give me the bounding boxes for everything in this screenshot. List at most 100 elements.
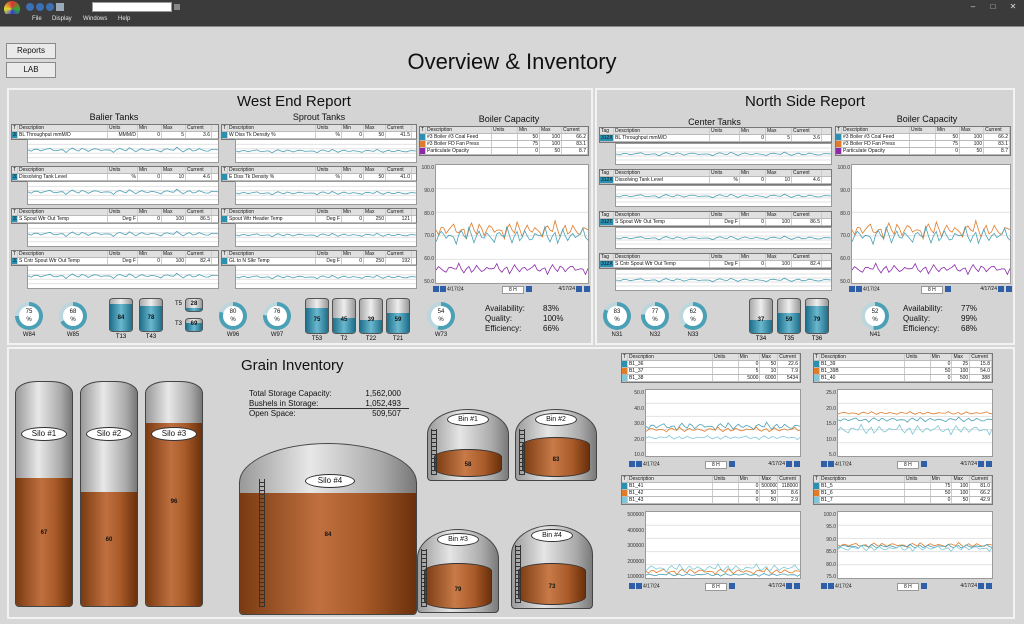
- table-row[interactable]: 312X S Cntr Spout Wtr Out Temp Deg F 0 100 82…: [600, 261, 831, 268]
- table-row[interactable]: Particulate Opacity 0 50 8.7: [420, 148, 588, 155]
- table-row[interactable]: B1_38 5000 6000 5434: [622, 375, 800, 382]
- center-trend[interactable]: [615, 143, 833, 165]
- back-icon[interactable]: [636, 461, 642, 467]
- table-row[interactable]: #3 Boiler FD Fan Press 75 100 83.1: [420, 141, 588, 148]
- center-trend[interactable]: [615, 269, 833, 291]
- dropdown-icon[interactable]: [174, 4, 180, 10]
- fast-forward-icon[interactable]: [794, 461, 800, 467]
- table-row[interactable]: B1_6 50 100 66.2: [814, 490, 992, 497]
- time-range[interactable]: 8 H: [897, 461, 919, 469]
- balier-trend[interactable]: [27, 265, 220, 289]
- table-row[interactable]: W Diss Tk Density %% 0 50 41.5: [222, 132, 416, 139]
- table-row[interactable]: Spout Wtr Header Temp Deg F 0 250 121: [222, 216, 416, 223]
- minimize-icon[interactable]: –: [968, 2, 978, 12]
- rewind-icon[interactable]: [849, 286, 855, 292]
- time-range[interactable]: 8 H: [502, 286, 524, 294]
- menu-help[interactable]: Help: [118, 16, 130, 22]
- balier-trend[interactable]: [27, 139, 220, 163]
- rewind-icon[interactable]: [629, 583, 635, 589]
- balier-trend[interactable]: [27, 181, 220, 205]
- table-row[interactable]: B1_39 0 25 15.8: [814, 361, 992, 368]
- table-row[interactable]: 31Dissolving Tank Level%0104.6: [12, 174, 218, 181]
- sprout-trend[interactable]: [235, 139, 418, 163]
- range-dropdown-icon[interactable]: [945, 286, 951, 292]
- rewind-icon[interactable]: [821, 583, 827, 589]
- fast-forward-icon[interactable]: [584, 286, 590, 292]
- table-row[interactable]: B1_36 0 50 22.6: [622, 361, 800, 368]
- table-row[interactable]: #3 Boiler #3 Coal Feed 50 100 66.2: [836, 134, 1010, 141]
- menu-display[interactable]: Display: [52, 16, 72, 22]
- forward-icon[interactable]: [978, 583, 984, 589]
- table-row[interactable]: E Diss Tk Density %% 0 50 41.0: [222, 174, 416, 181]
- forward-icon[interactable]: [998, 286, 1004, 292]
- center-trend[interactable]: [615, 227, 833, 249]
- back-icon[interactable]: [636, 583, 642, 589]
- north-boiler-trend[interactable]: 100.0 90.0 80.0 70.0 60.0 50.0: [837, 164, 1012, 285]
- table-row[interactable]: #3 Boiler FD Fan Press 75 100 83.1: [836, 141, 1010, 148]
- lab-button[interactable]: LAB: [6, 62, 56, 78]
- table-row[interactable]: GL to N Slkr Temp Deg F 0 250 192: [222, 258, 416, 265]
- back-icon[interactable]: [856, 286, 862, 292]
- lab-trend[interactable]: 500000 400000 300000 200000 100000: [627, 511, 802, 580]
- table-row[interactable]: Particulate Opacity 0 50 8.7: [836, 148, 1010, 155]
- table-row[interactable]: 31S Cntr Spout Wtr Out TempDeg F010082.4: [12, 258, 218, 265]
- time-range[interactable]: 8 H: [705, 461, 727, 469]
- toolbar-icon[interactable]: [56, 3, 64, 11]
- lab-trend[interactable]: 25.0 20.0 15.0 10.0 5.0: [826, 389, 994, 458]
- table-row[interactable]: B1_40 0 500 388: [814, 375, 992, 382]
- table-row[interactable]: B1_7 0 50 42.9: [814, 497, 992, 504]
- rewind-icon[interactable]: [629, 461, 635, 467]
- fast-forward-icon[interactable]: [794, 583, 800, 589]
- table-row[interactable]: B1_41 0 500000 118000: [622, 483, 800, 490]
- range-dropdown-icon[interactable]: [729, 461, 735, 467]
- time-range[interactable]: 8 H: [705, 583, 727, 591]
- range-dropdown-icon[interactable]: [921, 583, 927, 589]
- balier-trend[interactable]: [27, 223, 220, 247]
- time-range[interactable]: 8 H: [921, 286, 943, 294]
- table-row[interactable]: 312X Dissolving Tank Level% 0 10 4.6: [600, 177, 831, 184]
- table-row[interactable]: B1_43 0 50 2.9: [622, 497, 800, 504]
- forward-icon[interactable]: [36, 3, 44, 11]
- center-trend[interactable]: [615, 185, 833, 207]
- menu-windows[interactable]: Windows: [83, 16, 107, 22]
- rewind-icon[interactable]: [433, 286, 439, 292]
- table-row[interactable]: 31S Spout Wtr Out TempDeg F010086.5: [12, 216, 218, 223]
- reports-button[interactable]: Reports: [6, 43, 56, 59]
- sprout-trend[interactable]: [235, 265, 418, 289]
- range-dropdown-icon[interactable]: [526, 286, 532, 292]
- address-input[interactable]: [92, 2, 172, 12]
- fast-forward-icon[interactable]: [986, 583, 992, 589]
- lab-trend[interactable]: 100.0 95.0 90.0 85.0 80.0 75.0: [823, 511, 994, 580]
- lab-trend[interactable]: 50.0 40.0 30.0 20.0 10.0: [634, 389, 802, 458]
- rewind-icon[interactable]: [821, 461, 827, 467]
- fast-forward-icon[interactable]: [986, 461, 992, 467]
- menu-file[interactable]: File: [32, 16, 42, 22]
- table-cell: 100: [766, 261, 792, 267]
- maximize-icon[interactable]: □: [988, 2, 998, 12]
- table-row[interactable]: B1_37 5 10 7.9: [622, 368, 800, 375]
- forward-icon[interactable]: [978, 461, 984, 467]
- sprout-trend[interactable]: [235, 223, 418, 247]
- range-dropdown-icon[interactable]: [729, 583, 735, 589]
- back-icon[interactable]: [440, 286, 446, 292]
- time-range[interactable]: 8 H: [897, 583, 919, 591]
- forward-icon[interactable]: [576, 286, 582, 292]
- table-row[interactable]: 312T S Spout Wtr Out Temp Deg F 0 100 86.5: [600, 219, 831, 226]
- back-icon[interactable]: [828, 583, 834, 589]
- close-icon[interactable]: ✕: [1008, 2, 1018, 12]
- home-icon[interactable]: [46, 3, 54, 11]
- table-row[interactable]: 312X BL Throughput mmM/D 0 5 3.6: [600, 135, 831, 142]
- forward-icon[interactable]: [786, 461, 792, 467]
- table-row[interactable]: B1_39B 50 100 54.0: [814, 368, 992, 375]
- range-dropdown-icon[interactable]: [921, 461, 927, 467]
- boiler-trend[interactable]: 100.0 90.0 80.0 70.0 60.0 50.0: [421, 164, 590, 285]
- back-icon[interactable]: [26, 3, 34, 11]
- forward-icon[interactable]: [786, 583, 792, 589]
- table-row[interactable]: B1_5 75 100 81.0: [814, 483, 992, 490]
- table-row[interactable]: #3 Boiler #3 Coal Feed 50 100 66.2: [420, 134, 588, 141]
- back-icon[interactable]: [828, 461, 834, 467]
- sprout-trend[interactable]: [235, 181, 418, 205]
- fast-forward-icon[interactable]: [1006, 286, 1012, 292]
- table-row[interactable]: 31BL Throughput mmM/DMMM/D053.6: [12, 132, 218, 139]
- table-row[interactable]: B1_42 0 50 8.6: [622, 490, 800, 497]
